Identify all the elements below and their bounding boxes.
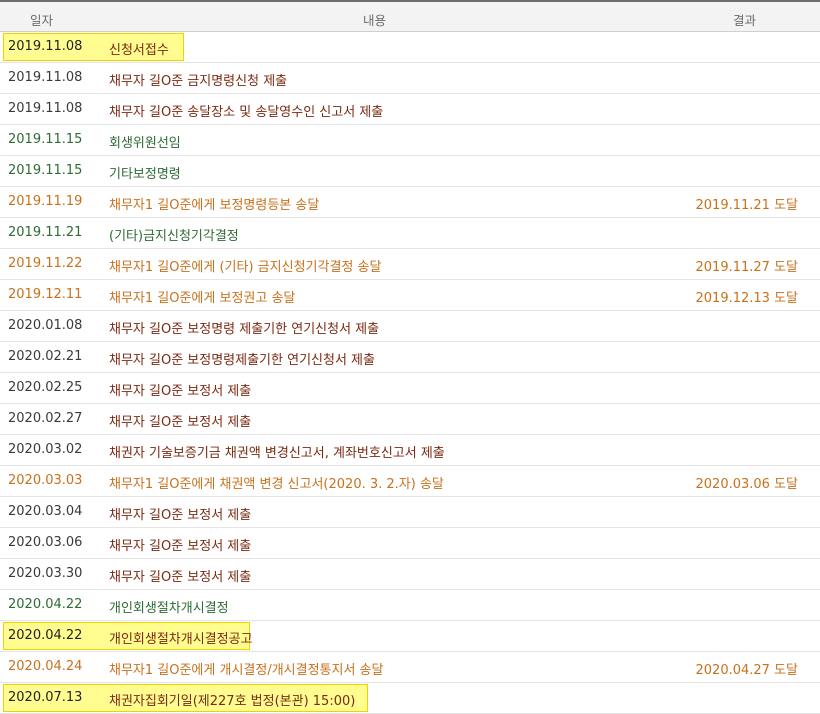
row-result: 2019.11.21 도달 — [695, 198, 799, 213]
row-content: 채무자 길O준 보정서 제출 — [109, 415, 252, 430]
table-row: 2019.11.21 (기타)금지신청기각결정 — [0, 218, 820, 249]
row-date: 2020.02.21 — [8, 349, 83, 364]
header-date: 일자 — [30, 13, 54, 28]
row-date: 2020.04.24 — [8, 659, 83, 674]
table-row: 2020.02.27 채무자 길O준 보정서 제출 — [0, 404, 820, 435]
row-date: 2019.11.08 — [8, 70, 83, 85]
row-content: 채무자 길O준 보정명령 제출기한 연기신청서 제출 — [109, 322, 380, 337]
row-date: 2019.11.15 — [8, 163, 83, 178]
row-date: 2020.02.27 — [8, 411, 83, 426]
row-result: 2020.03.06 도달 — [695, 477, 799, 492]
row-date: 2020.03.06 — [8, 535, 83, 550]
row-date: 2019.11.08 — [8, 39, 83, 54]
row-content: 채무자1 길O준에게 보정권고 송달 — [109, 291, 296, 306]
row-content: 개인회생절차개시결정공고 — [109, 632, 253, 647]
row-date: 2020.03.30 — [8, 566, 83, 581]
table-row: 2019.11.08 신청서접수 — [0, 32, 820, 63]
table-header: 일자 내용 결과 — [0, 0, 820, 32]
row-date: 2019.12.11 — [8, 287, 83, 302]
table-row: 2019.11.19 채무자1 길O준에게 보정명령등본 송달 2019.11.21… — [0, 187, 820, 218]
header-content: 내용 — [363, 13, 387, 28]
row-date: 2020.07.13 — [8, 690, 83, 705]
row-content: 채무자 길O준 송달장소 및 송달영수인 신고서 제출 — [109, 105, 384, 120]
row-content: 채무자1 길O준에게 보정명령등본 송달 — [109, 198, 320, 213]
row-content: 채권자 기술보증기금 채권액 변경신고서, 계좌번호신고서 제출 — [109, 446, 445, 461]
table-row: 2020.03.03 채무자1 길O준에게 채권액 변경 신고서(2020. 3.… — [0, 466, 820, 497]
row-content: 개인회생절차개시결정 — [109, 601, 229, 616]
row-content: 채무자 길O준 보정서 제출 — [109, 384, 252, 399]
row-date: 2019.11.22 — [8, 256, 83, 271]
row-content: 채무자1 길O준에게 개시결정/개시결정통지서 송달 — [109, 663, 384, 678]
row-date: 2020.02.25 — [8, 380, 83, 395]
table-row: 2020.02.25 채무자 길O준 보정서 제출 — [0, 373, 820, 404]
row-date: 2019.11.21 — [8, 225, 83, 240]
row-content: 채무자 길O준 보정명령제출기한 연기신청서 제출 — [109, 353, 375, 368]
header-result: 결과 — [733, 13, 757, 28]
table-row: 2019.11.08 채무자 길O준 금지명령신청 제출 — [0, 63, 820, 94]
table-row: 2020.07.13 채권자집회기일(제227호 법정(본관) 15:00) — [0, 683, 820, 714]
row-content: 채무자 길O준 보정서 제출 — [109, 570, 252, 585]
row-result: 2020.04.27 도달 — [695, 663, 799, 678]
row-date: 2019.11.15 — [8, 132, 83, 147]
row-date: 2019.11.19 — [8, 194, 83, 209]
row-date: 2020.04.22 — [8, 597, 83, 612]
row-date: 2020.04.22 — [8, 628, 83, 643]
table-row: 2019.11.15 회생위원선임 — [0, 125, 820, 156]
table-row: 2020.03.30 채무자 길O준 보정서 제출 — [0, 559, 820, 590]
row-content: 채권자집회기일(제227호 법정(본관) 15:00) — [109, 694, 356, 709]
table-row: 2020.04.22 개인회생절차개시결정 — [0, 590, 820, 621]
row-result: 2019.11.27 도달 — [695, 260, 799, 275]
row-result: 2019.12.13 도달 — [695, 291, 799, 306]
row-date: 2020.03.03 — [8, 473, 83, 488]
row-content: 채무자 길O준 금지명령신청 제출 — [109, 74, 288, 89]
row-content: 기타보정명령 — [109, 167, 181, 182]
table-row: 2019.12.11 채무자1 길O준에게 보정권고 송달 2019.12.13 도… — [0, 280, 820, 311]
row-date: 2020.03.02 — [8, 442, 83, 457]
table-row: 2020.04.22 개인회생절차개시결정공고 — [0, 621, 820, 652]
row-content: 채무자1 길O준에게 (기타) 금지신청기각결정 송달 — [109, 260, 382, 275]
row-content: 신청서접수 — [109, 43, 169, 58]
table-row: 2020.03.02 채권자 기술보증기금 채권액 변경신고서, 계좌번호신고서 … — [0, 435, 820, 466]
row-date: 2020.03.04 — [8, 504, 83, 519]
table-row: 2019.11.22 채무자1 길O준에게 (기타) 금지신청기각결정 송달 201… — [0, 249, 820, 280]
row-content: 회생위원선임 — [109, 136, 181, 151]
row-date: 2019.11.08 — [8, 101, 83, 116]
case-history-table: 일자 내용 결과 2019.11.08 신청서접수 2019.11.08 채무자 길O… — [0, 0, 820, 714]
row-content: (기타)금지신청기각결정 — [109, 229, 239, 244]
row-date: 2020.01.08 — [8, 318, 83, 333]
table-row: 2020.03.04 채무자 길O준 보정서 제출 — [0, 497, 820, 528]
table-row: 2020.04.24 채무자1 길O준에게 개시결정/개시결정통지서 송달 2020… — [0, 652, 820, 683]
table-row: 2020.01.08 채무자 길O준 보정명령 제출기한 연기신청서 제출 — [0, 311, 820, 342]
table-row: 2020.02.21 채무자 길O준 보정명령제출기한 연기신청서 제출 — [0, 342, 820, 373]
table-row: 2019.11.08 채무자 길O준 송달장소 및 송달영수인 신고서 제출 — [0, 94, 820, 125]
table-row: 2020.03.06 채무자 길O준 보정서 제출 — [0, 528, 820, 559]
row-content: 채무자 길O준 보정서 제출 — [109, 539, 252, 554]
table-body: 2019.11.08 신청서접수 2019.11.08 채무자 길O준 금지명령신청 … — [0, 32, 820, 714]
table-row: 2019.11.15 기타보정명령 — [0, 156, 820, 187]
row-content: 채무자 길O준 보정서 제출 — [109, 508, 252, 523]
row-content: 채무자1 길O준에게 채권액 변경 신고서(2020. 3. 2.자) 송달 — [109, 477, 444, 492]
